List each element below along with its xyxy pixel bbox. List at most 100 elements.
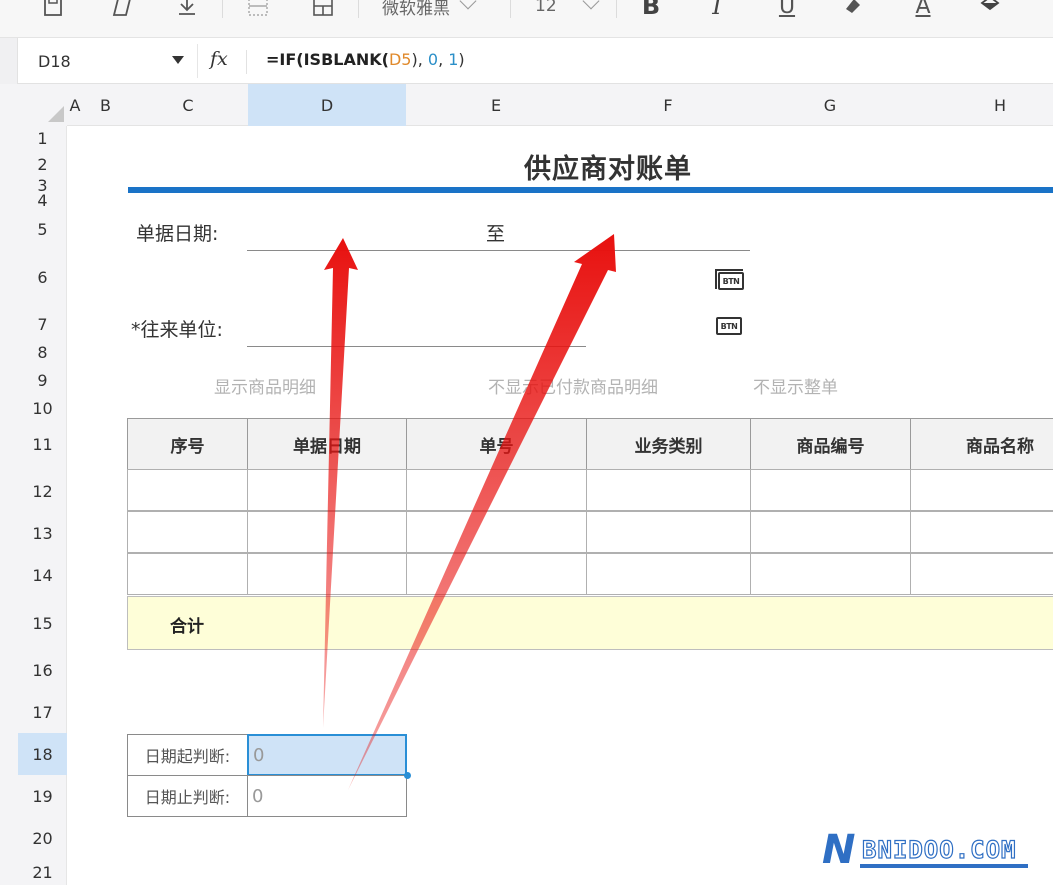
clear-format-icon[interactable] xyxy=(838,0,868,20)
border-icon[interactable] xyxy=(243,0,273,20)
date-picker-button[interactable]: BTN xyxy=(715,269,744,290)
hide-whole-option[interactable]: 不显示整单 xyxy=(753,373,838,398)
row-header-11[interactable]: 11 xyxy=(18,418,67,470)
select-all-corner[interactable] xyxy=(0,84,67,126)
row-header-1[interactable]: 1 xyxy=(18,126,67,150)
row-header-18[interactable]: 18 xyxy=(18,733,67,775)
row-header-14[interactable]: 14 xyxy=(18,554,67,596)
chevron-down-icon xyxy=(459,0,477,10)
font-color-button[interactable]: A xyxy=(908,0,938,20)
row-header-9[interactable]: 9 xyxy=(18,362,67,398)
column-header: A B C D E F G H xyxy=(0,84,1053,126)
end-judge-label: 日期止判断: xyxy=(127,775,248,817)
table-cell[interactable] xyxy=(750,469,911,511)
statement-table: 序号 单据日期 单号 业务类别 商品编号 商品名称 合计 xyxy=(127,418,1053,650)
date-range-field[interactable] xyxy=(247,250,750,251)
show-detail-option[interactable]: 显示商品明细 xyxy=(214,373,316,398)
font-size-value: 12 xyxy=(535,0,557,16)
partner-field[interactable] xyxy=(247,346,586,347)
fx-icon: fx xyxy=(210,48,228,70)
table-header-product-code: 商品编号 xyxy=(750,418,911,470)
table-cell[interactable] xyxy=(247,469,407,511)
column-header-a[interactable]: A xyxy=(67,84,83,126)
formula-sep: ), xyxy=(411,50,428,69)
column-header-f[interactable]: F xyxy=(586,84,750,126)
chevron-down-icon xyxy=(582,0,600,10)
row-header-13[interactable]: 13 xyxy=(18,512,67,554)
row-header-10[interactable]: 10 xyxy=(18,398,67,418)
formula-bar: D18 fx =IF(ISBLANK(D5), 0, 1) xyxy=(0,38,1053,84)
formula-func: =IF(ISBLANK( xyxy=(266,50,389,69)
table-cell[interactable] xyxy=(406,553,587,595)
column-header-b[interactable]: B xyxy=(83,84,128,126)
row-header-2[interactable]: 2 xyxy=(18,150,67,178)
formula-ref: D5 xyxy=(388,50,412,69)
formula-input[interactable]: =IF(ISBLANK(D5), 0, 1) xyxy=(266,50,465,69)
font-family-value: 微软雅黑 xyxy=(382,0,450,19)
italic-button[interactable]: I xyxy=(702,0,732,20)
table-cell[interactable] xyxy=(910,553,1053,595)
row-header-4[interactable]: 4 xyxy=(18,191,67,210)
merge-icon[interactable] xyxy=(308,0,338,20)
table-cell[interactable] xyxy=(750,553,911,595)
row-header-6[interactable]: 6 xyxy=(18,250,67,305)
row-header-19[interactable]: 19 xyxy=(18,775,67,817)
start-judge-label: 日期起判断: xyxy=(127,734,248,776)
end-judge-cell[interactable]: 0 xyxy=(247,775,407,817)
row-header-7[interactable]: 7 xyxy=(18,305,67,343)
formula-zero: 0 xyxy=(427,50,439,69)
row-header-20[interactable]: 20 xyxy=(18,817,67,859)
row-header-12[interactable]: 12 xyxy=(18,470,67,512)
download-icon[interactable] xyxy=(172,0,202,20)
column-header-h[interactable]: H xyxy=(910,84,1053,126)
table-header-product-name: 商品名称 xyxy=(910,418,1053,470)
caret-down-icon[interactable] xyxy=(172,56,184,64)
row-header-15[interactable]: 15 xyxy=(18,596,67,650)
save-icon[interactable] xyxy=(38,0,68,20)
table-cell[interactable] xyxy=(406,511,587,553)
fill-color-icon[interactable] xyxy=(975,0,1005,20)
bold-button[interactable]: B xyxy=(636,0,666,20)
table-cell[interactable] xyxy=(586,511,751,553)
hide-paid-option[interactable]: 不显示已付款商品明细 xyxy=(488,373,658,398)
table-header-seq: 序号 xyxy=(127,418,248,470)
date-to-label: 至 xyxy=(486,223,506,245)
toolbar: 微软雅黑 12 B I U A xyxy=(0,0,1053,38)
row-header: 1 2 3 4 5 6 7 8 9 10 11 12 13 14 15 16 17 18 19 20 21 xyxy=(0,126,67,885)
formula-close: ) xyxy=(458,50,465,69)
table-cell[interactable] xyxy=(247,553,407,595)
partner-select-button[interactable]: BTN xyxy=(716,317,742,335)
table-cell[interactable] xyxy=(586,469,751,511)
table-cell[interactable] xyxy=(586,553,751,595)
table-cell[interactable] xyxy=(406,469,587,511)
table-cell[interactable] xyxy=(127,469,248,511)
table-cell[interactable] xyxy=(910,469,1053,511)
fill-handle[interactable] xyxy=(404,772,411,779)
row-header-17[interactable]: 17 xyxy=(18,691,67,733)
table-header-number: 单号 xyxy=(406,418,587,470)
table-cell[interactable] xyxy=(910,511,1053,553)
font-size-select[interactable]: 12 xyxy=(535,0,600,18)
column-header-d[interactable]: D xyxy=(248,84,406,126)
table-cell[interactable] xyxy=(127,553,248,595)
table-cell[interactable] xyxy=(750,511,911,553)
table-cell[interactable] xyxy=(247,511,407,553)
start-judge-cell[interactable]: 0 xyxy=(247,734,407,776)
underline-button[interactable]: U xyxy=(772,0,802,20)
column-header-e[interactable]: E xyxy=(406,84,586,126)
row-header-16[interactable]: 16 xyxy=(18,650,67,691)
font-family-select[interactable]: 微软雅黑 xyxy=(382,0,477,19)
table-cell[interactable] xyxy=(127,511,248,553)
table-header-date: 单据日期 xyxy=(247,418,407,470)
row-header-21[interactable]: 21 xyxy=(18,859,67,885)
watermark-n: N xyxy=(822,827,856,873)
column-header-c[interactable]: C xyxy=(128,84,248,126)
date-label: 单据日期: xyxy=(136,223,219,245)
table-header-category: 业务类别 xyxy=(586,418,751,470)
row-header-5[interactable]: 5 xyxy=(18,208,67,250)
column-header-g[interactable]: G xyxy=(750,84,910,126)
row-header-8[interactable]: 8 xyxy=(18,343,67,362)
eraser-icon[interactable] xyxy=(105,0,135,20)
partner-label: *往来单位: xyxy=(131,319,223,341)
formula-one: 1 xyxy=(448,50,459,69)
